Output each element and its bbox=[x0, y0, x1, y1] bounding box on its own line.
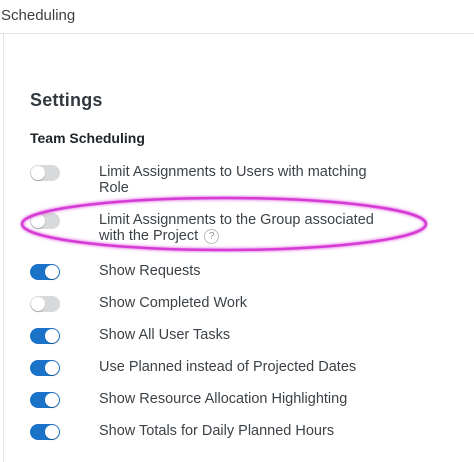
page-title: Scheduling bbox=[1, 7, 76, 24]
header-bar: Scheduling bbox=[0, 0, 474, 34]
toggle-show-totals-daily-hours[interactable] bbox=[30, 424, 60, 440]
toggle-resource-allocation-highlighting[interactable] bbox=[30, 392, 60, 408]
toggle-knob bbox=[45, 393, 59, 407]
setting-label-use-planned-dates: Use Planned instead of Projected Dates bbox=[99, 359, 357, 375]
question-circle-icon[interactable]: ? bbox=[204, 229, 220, 244]
settings-heading: Settings bbox=[30, 90, 103, 110]
toggle-knob bbox=[31, 166, 45, 180]
setting-label-show-totals-daily-hours: Show Totals for Daily Planned Hours bbox=[99, 423, 335, 439]
toggle-show-requests[interactable] bbox=[30, 264, 60, 280]
toggle-knob bbox=[31, 214, 45, 228]
toggle-show-completed-work[interactable] bbox=[30, 296, 60, 312]
left-divider bbox=[3, 34, 4, 462]
setting-label-resource-allocation-highlighting: Show Resource Allocation Highlighting bbox=[99, 391, 348, 407]
toggle-knob bbox=[45, 425, 59, 439]
setting-label-show-requests: Show Requests bbox=[99, 263, 201, 279]
toggle-knob bbox=[31, 297, 45, 311]
setting-label-limit-group: Limit Assignments to the Group associate… bbox=[99, 212, 399, 244]
toggle-knob bbox=[45, 361, 59, 375]
toggle-knob bbox=[45, 265, 59, 279]
toggle-limit-role[interactable] bbox=[30, 165, 60, 181]
team-scheduling-heading: Team Scheduling bbox=[30, 130, 145, 146]
toggle-show-all-user-tasks[interactable] bbox=[30, 328, 60, 344]
setting-label-limit-role: Limit Assignments to Users with matching… bbox=[99, 164, 367, 196]
setting-label-show-all-user-tasks: Show All User Tasks bbox=[99, 327, 231, 343]
toggle-use-planned-dates[interactable] bbox=[30, 360, 60, 376]
toggle-limit-group[interactable] bbox=[30, 213, 60, 229]
setting-label-limit-group-text: Limit Assignments to the Group associate… bbox=[99, 212, 374, 244]
toggle-knob bbox=[45, 329, 59, 343]
setting-label-show-completed-work: Show Completed Work bbox=[99, 295, 248, 311]
